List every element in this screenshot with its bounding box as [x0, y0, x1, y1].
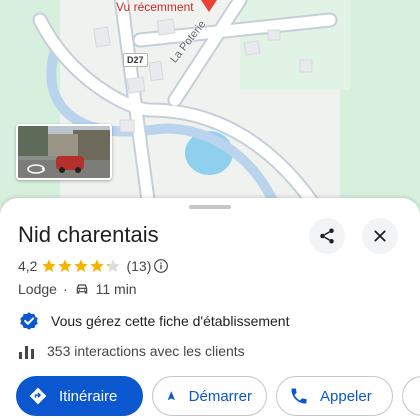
- star-rating: [41, 258, 121, 274]
- verified-owner-row[interactable]: Vous gérez cette fiche d'établissement: [18, 309, 289, 333]
- call-label: Appeler: [320, 387, 372, 405]
- car-icon: [76, 284, 87, 294]
- interactions-text: 353 interactions avec les clients: [47, 343, 245, 359]
- map-canvas: [0, 0, 420, 230]
- rating-value: 4,2: [18, 258, 38, 274]
- start-label: Démarrer: [188, 387, 252, 405]
- star-icon: [42, 259, 57, 272]
- navigation-arrow-icon: [167, 391, 176, 401]
- recently-viewed-label: Vu récemment: [116, 0, 194, 14]
- directions-button[interactable]: Itinéraire: [16, 376, 143, 416]
- interactions-row[interactable]: 353 interactions avec les clients: [18, 342, 245, 360]
- verified-text: Vous gérez cette fiche d'établissement: [51, 313, 290, 329]
- close-button[interactable]: [362, 218, 398, 254]
- start-button[interactable]: Démarrer: [152, 376, 267, 416]
- directions-label: Itinéraire: [59, 387, 118, 405]
- share-icon: [320, 228, 334, 244]
- bar-chart-icon: [19, 346, 34, 359]
- place-pin-icon[interactable]: [198, 0, 220, 12]
- drag-handle[interactable]: [189, 205, 231, 209]
- place-sheet: Nid charentais 4,2 (13) Lodge · 11 min V…: [0, 198, 420, 420]
- call-button[interactable]: Appeler: [276, 376, 393, 416]
- category-label: Lodge: [18, 281, 57, 297]
- rotate-360-icon: [26, 162, 46, 174]
- star-icon: [90, 259, 105, 272]
- action-buttons: Itinéraire Démarrer Appeler: [16, 376, 420, 420]
- travel-time: 11 min: [95, 281, 137, 297]
- meta-row: Lodge · 11 min: [18, 280, 137, 298]
- verified-badge-icon: [20, 312, 38, 330]
- star-icon: [106, 259, 121, 272]
- close-icon: [374, 230, 386, 242]
- place-title: Nid charentais: [18, 222, 159, 247]
- road-badge: D27: [123, 53, 148, 67]
- directions-icon: [29, 387, 47, 405]
- review-count: (13): [126, 258, 152, 274]
- more-actions-button[interactable]: [402, 376, 420, 416]
- map-view[interactable]: Vu récemment D27 La Poterie: [0, 0, 420, 230]
- share-button[interactable]: [309, 218, 345, 254]
- streetview-thumbnail[interactable]: [16, 124, 112, 180]
- info-icon[interactable]: [153, 258, 169, 274]
- rating-row[interactable]: 4,2 (13): [18, 257, 169, 275]
- separator: ·: [62, 281, 68, 297]
- star-icon: [74, 259, 89, 272]
- phone-icon: [291, 388, 307, 404]
- star-icon: [58, 259, 73, 272]
